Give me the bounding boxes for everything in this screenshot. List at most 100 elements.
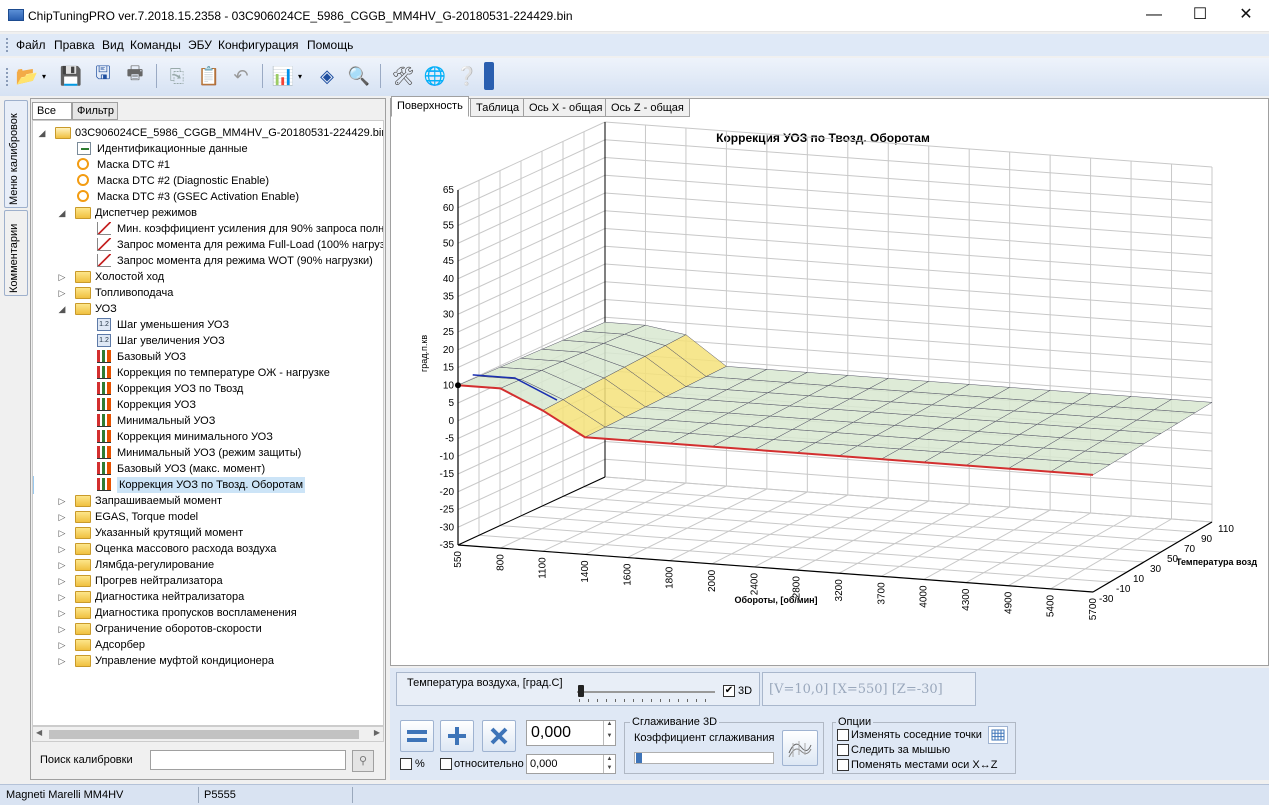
spin-up-icon[interactable]: ▲ xyxy=(603,721,615,733)
slider-ticks xyxy=(579,699,713,702)
help-icon[interactable]: ❔ xyxy=(454,62,480,90)
expand-arrow-icon[interactable]: ▷ xyxy=(57,637,67,653)
add-button[interactable] xyxy=(440,720,474,752)
spin-down-icon[interactable]: ▼ xyxy=(603,764,615,773)
scroll-right-icon[interactable]: ▶ xyxy=(374,728,380,737)
expand-arrow-icon[interactable]: ▷ xyxy=(57,509,67,525)
floor-grid-line xyxy=(583,486,1196,533)
back-wall-grid-line xyxy=(604,263,1213,310)
expand-arrow-icon[interactable]: ▷ xyxy=(57,653,67,669)
open-dropdown-icon[interactable]: ▾ xyxy=(38,62,50,90)
search-input[interactable] xyxy=(150,750,346,770)
air-temp-slider-thumb[interactable] xyxy=(578,685,584,697)
collapse-arrow-icon[interactable]: ◢ xyxy=(57,205,67,221)
menu-file[interactable]: Файл xyxy=(16,38,46,52)
percent-checkbox[interactable] xyxy=(400,758,412,770)
tab-filter[interactable]: Фильтр xyxy=(72,102,118,120)
spin-up-icon[interactable]: ▲ xyxy=(603,755,615,764)
folder-icon xyxy=(75,591,91,603)
smoothing-slider-thumb[interactable] xyxy=(636,753,642,763)
multiply-button[interactable] xyxy=(482,720,516,752)
chart-icon xyxy=(97,446,111,459)
value-input[interactable]: 0,000 ▲ ▼ xyxy=(526,720,616,746)
scrollbar-thumb[interactable] xyxy=(49,730,359,739)
expand-arrow-icon[interactable]: ▷ xyxy=(57,573,67,589)
z-tick-label: -10 xyxy=(1116,584,1131,595)
tab-comments[interactable]: Комментарии xyxy=(4,210,28,296)
tools-icon[interactable]: 🛠 xyxy=(390,62,416,90)
print-icon[interactable]: 🖶 xyxy=(122,62,148,90)
menu-view[interactable]: Вид xyxy=(102,38,124,52)
y-tick-label: 5 xyxy=(448,398,454,409)
save-icon[interactable]: 💾 xyxy=(58,62,84,90)
expand-arrow-icon[interactable]: ▷ xyxy=(57,285,67,301)
collapse-arrow-icon[interactable]: ◢ xyxy=(57,301,67,317)
toolbar-overflow-button[interactable] xyxy=(484,62,494,90)
tree-item-label: Коррекция УОЗ по Твозд. Оборотам xyxy=(117,477,306,493)
maximize-button[interactable]: ☐ xyxy=(1177,0,1223,32)
menu-help[interactable]: Помощь xyxy=(307,38,353,52)
compare-icon[interactable]: 📊 xyxy=(270,62,296,90)
tree-horizontal-scrollbar[interactable]: ◀ ▶ xyxy=(32,726,384,742)
menu-commands[interactable]: Команды xyxy=(130,38,181,52)
tab-axis-z[interactable]: Ось Z - общая xyxy=(605,98,690,117)
spin-down-icon[interactable]: ▼ xyxy=(603,733,615,745)
expand-arrow-icon[interactable]: ▷ xyxy=(57,269,67,285)
relative-value-input[interactable]: 0,000 ▲ ▼ xyxy=(526,754,616,774)
option-swap-axes-label: Поменять местами оси X↔Z xyxy=(851,759,998,771)
open-folder-icon[interactable]: 📂 xyxy=(14,62,40,90)
expand-arrow-icon[interactable]: ▷ xyxy=(57,493,67,509)
expand-arrow-icon[interactable]: ▷ xyxy=(57,557,67,573)
tab-surface[interactable]: Поверхность xyxy=(391,96,469,117)
tab-table[interactable]: Таблица xyxy=(470,98,526,117)
expand-arrow-icon[interactable]: ▷ xyxy=(57,605,67,621)
menu-ecu[interactable]: ЭБУ xyxy=(188,38,212,52)
checksum-search-icon[interactable]: 🔍 xyxy=(346,62,372,90)
undo-icon[interactable]: ↶ xyxy=(228,62,254,90)
menu-config[interactable]: Конфигурация xyxy=(218,38,299,52)
update-globe-icon[interactable]: 🌐 xyxy=(422,62,448,90)
folder-icon xyxy=(75,559,91,571)
scroll-left-icon[interactable]: ◀ xyxy=(36,728,42,737)
expand-arrow-icon[interactable]: ▷ xyxy=(57,541,67,557)
y-tick-label: 45 xyxy=(443,256,455,267)
paste-icon[interactable]: 📋 xyxy=(196,62,222,90)
smoothing-slider[interactable] xyxy=(634,752,774,764)
expand-arrow-icon[interactable]: ▷ xyxy=(57,525,67,541)
relative-checkbox[interactable] xyxy=(440,758,452,770)
info-diamond-icon[interactable]: ◈ xyxy=(314,62,340,90)
folder-icon xyxy=(75,607,91,619)
tab-comments-label: Комментарии xyxy=(8,223,20,293)
tab-axis-x[interactable]: Ось X - общая xyxy=(523,98,609,117)
copy-icon[interactable]: ⎘ xyxy=(164,62,190,90)
tree-item-label: Диагностика пропусков воспламенения xyxy=(95,607,297,619)
expand-arrow-icon[interactable]: ▷ xyxy=(57,589,67,605)
option-checkbox-swap-axes[interactable] xyxy=(837,759,849,771)
y-tick-label: -25 xyxy=(440,505,455,516)
air-temp-slider-track[interactable] xyxy=(577,691,715,693)
back-wall-grid-line xyxy=(604,121,1213,168)
search-icon[interactable]: ⚲ xyxy=(352,750,374,772)
minimize-button[interactable]: — xyxy=(1131,0,1177,32)
surface-chart[interactable]: Коррекция УОЗ по Твозд. Оборотам 6560555… xyxy=(392,118,1266,664)
set-equal-button[interactable] xyxy=(400,720,434,752)
status-separator xyxy=(198,787,199,803)
tab-calibration-menu[interactable]: Меню калибровок xyxy=(4,100,28,208)
save-as-icon[interactable]: 🖫 xyxy=(90,62,116,90)
close-button[interactable]: ✕ xyxy=(1223,0,1269,32)
selected-point-marker xyxy=(455,382,461,389)
option-checkbox-neighbors[interactable] xyxy=(837,729,849,741)
grid-select-icon[interactable] xyxy=(988,726,1008,744)
compare-dropdown-icon[interactable]: ▾ xyxy=(294,62,306,90)
expand-arrow-icon[interactable]: ▷ xyxy=(57,621,67,637)
option-checkbox-follow-mouse[interactable] xyxy=(837,744,849,756)
tree-item-label: Запрашиваемый момент xyxy=(95,495,223,507)
expand-arrow-icon[interactable]: ◢ xyxy=(37,125,47,141)
back-wall-grid-line xyxy=(604,245,1213,292)
menu-edit[interactable]: Правка xyxy=(54,38,95,52)
smooth-surface-button[interactable] xyxy=(782,730,818,766)
tab-all[interactable]: Все xyxy=(32,102,72,120)
3d-checkbox[interactable]: ✔ xyxy=(723,685,735,697)
tree-item-label: Холостой ход xyxy=(95,271,165,283)
air-temp-label: Температура воздуха, [град.С] xyxy=(407,677,563,689)
